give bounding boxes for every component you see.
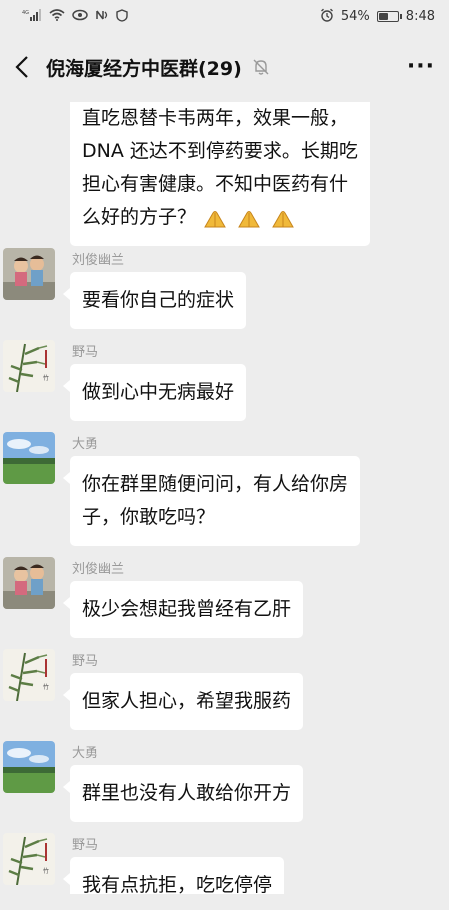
screen-bottom-edge xyxy=(0,894,449,910)
svg-text:竹: 竹 xyxy=(43,683,49,691)
message-line: 但家人担心，希望我服药 xyxy=(82,690,292,712)
message-line: DNA 还达不到停药要求。长期吃 xyxy=(82,140,358,162)
wifi-icon xyxy=(49,9,65,23)
message-list[interactable]: 直吃恩替卡韦两年，效果一般， DNA 还达不到停药要求。长期吃 担心有害健康。不… xyxy=(0,102,449,910)
message-bubble[interactable]: 做到心中无病最好 xyxy=(62,364,247,421)
message-line: 子，你敢吃吗？ xyxy=(82,506,216,528)
message-line: 做到心中无病最好 xyxy=(82,381,235,403)
signal-type-text: 4G xyxy=(22,10,29,16)
message-line: 直吃恩替卡韦两年，效果一般， xyxy=(82,107,349,129)
sender-name: 大勇 xyxy=(72,746,99,761)
sender-name: 刘俊幽兰 xyxy=(72,253,125,268)
sender-name: 野马 xyxy=(72,345,99,360)
battery-icon xyxy=(376,10,402,22)
signal-icon: 4G xyxy=(22,9,42,23)
message-bubble[interactable]: 直吃恩替卡韦两年，效果一般， DNA 还达不到停药要求。长期吃 担心有害健康。不… xyxy=(70,102,370,246)
folded-hands-icon xyxy=(204,210,226,227)
battery-percent: 54% xyxy=(340,8,370,24)
landscape-photo-avatar xyxy=(3,432,55,484)
nfc-icon xyxy=(95,9,109,23)
avatar[interactable] xyxy=(3,248,55,300)
bamboo-painting-avatar: 竹 xyxy=(3,340,55,392)
folded-hands-icon xyxy=(238,210,260,227)
message-bubble[interactable]: 群里也没有人敢给你开方 xyxy=(62,765,304,822)
bamboo-painting-avatar: 竹 xyxy=(3,833,55,885)
avatar[interactable] xyxy=(3,741,55,793)
more-options-button[interactable]: ··· xyxy=(407,56,439,78)
kids-photo-avatar xyxy=(3,557,55,609)
back-button[interactable] xyxy=(10,52,34,82)
clock-time: 8:48 xyxy=(405,8,435,24)
sender-name: 刘俊幽兰 xyxy=(72,562,125,577)
status-left-icons: 4G xyxy=(22,8,128,24)
chat-header: 倪海厦经方中医群(29) ··· xyxy=(0,32,449,102)
bamboo-painting-avatar: 竹 xyxy=(3,649,55,701)
message-line: 你在群里随便问问，有人给你房 xyxy=(82,473,349,495)
avatar[interactable]: 竹 xyxy=(3,649,55,701)
svg-text:竹: 竹 xyxy=(43,374,49,382)
avatar[interactable] xyxy=(3,557,55,609)
muted-bell-icon xyxy=(252,58,270,76)
folded-hands-icon xyxy=(272,210,295,227)
message-bubble[interactable]: 要看你自己的症状 xyxy=(62,272,247,329)
message-line: 极少会想起我曾经有乙肝 xyxy=(82,598,292,620)
alarm-icon xyxy=(320,8,334,24)
shield-icon xyxy=(116,8,128,24)
message-line: 群里也没有人敢给你开方 xyxy=(82,782,292,804)
message-line: 么好的方子？ xyxy=(82,201,358,234)
back-arrow-icon xyxy=(15,56,28,78)
message-bubble[interactable]: 极少会想起我曾经有乙肝 xyxy=(62,581,304,638)
avatar[interactable]: 竹 xyxy=(3,340,55,392)
message-line: 担心有害健康。不知中医药有什 xyxy=(82,173,349,195)
avatar[interactable]: 竹 xyxy=(3,833,55,885)
status-right-icons: 54% 8:48 xyxy=(320,8,435,24)
message-line: 要看你自己的症状 xyxy=(82,289,235,311)
message-line-text: 么好的方子？ xyxy=(82,206,197,228)
eye-icon xyxy=(72,9,88,23)
status-bar: 4G 54% 8:48 xyxy=(0,0,449,32)
svg-text:竹: 竹 xyxy=(43,867,49,875)
kids-photo-avatar xyxy=(3,248,55,300)
landscape-photo-avatar xyxy=(3,741,55,793)
sender-name: 大勇 xyxy=(72,437,99,452)
battery-level xyxy=(378,12,388,20)
message-bubble[interactable]: 但家人担心，希望我服药 xyxy=(62,673,304,730)
avatar[interactable] xyxy=(3,432,55,484)
group-title: 倪海厦经方中医群(29) xyxy=(46,57,242,80)
sender-name: 野马 xyxy=(72,654,99,669)
sender-name: 野马 xyxy=(72,838,99,853)
message-bubble[interactable]: 你在群里随便问问，有人给你房 子，你敢吃吗？ xyxy=(62,456,361,546)
